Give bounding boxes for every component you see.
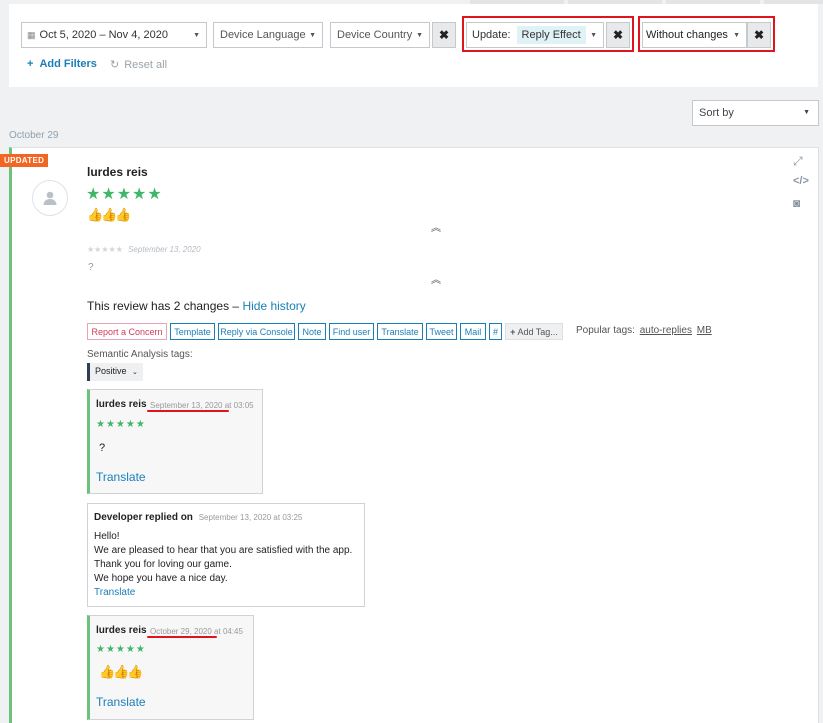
calendar-icon: ▦ <box>27 29 36 40</box>
add-tag-label: Add Tag... <box>517 326 558 337</box>
previous-body: ? <box>88 262 94 273</box>
chevron-down-icon: ⌄ <box>132 369 138 376</box>
plus-icon: + <box>27 58 34 70</box>
sort-by-select[interactable]: Sort by ▼ <box>692 100 819 126</box>
changes-filter-select[interactable]: Without changes ▼ <box>642 22 747 48</box>
developer-reply-date: September 13, 2020 at 03:25 <box>198 513 303 522</box>
close-icon: ✖ <box>438 28 450 42</box>
history-stars: ★★★★★ <box>96 419 146 430</box>
history-body: ? <box>99 442 106 454</box>
translate-button[interactable]: Translate <box>377 323 423 340</box>
remove-changes-filter-button[interactable]: ✖ <box>747 22 771 48</box>
find-user-button[interactable]: Find user <box>329 323 374 340</box>
remove-update-filter-button[interactable]: ✖ <box>606 22 630 48</box>
collapse-up-icon[interactable]: ︽ <box>431 224 441 234</box>
code-icon[interactable]: </> <box>793 175 809 187</box>
avatar-icon <box>43 191 57 205</box>
camera-icon[interactable]: ◙ <box>793 196 800 210</box>
changes-text: This review has 2 changes – <box>87 299 240 313</box>
report-concern-button[interactable]: Report a Concern <box>87 323 167 340</box>
note-button[interactable]: Note <box>298 323 326 340</box>
semantic-tags-label: Semantic Analysis tags: <box>87 349 193 360</box>
previous-version: ★★★★★ September 13, 2020 <box>87 245 201 254</box>
date-range-value: Oct 5, 2020 – Nov 4, 2020 <box>39 29 168 41</box>
add-tag-button[interactable]: + Add Tag... <box>505 323 563 340</box>
remove-country-filter-button[interactable]: ✖ <box>432 22 456 48</box>
hashtag-button[interactable]: # <box>489 323 502 340</box>
date-highlight-underline <box>147 410 229 412</box>
history-author: lurdes reis <box>96 399 147 410</box>
history-translate-link[interactable]: Translate <box>96 695 146 709</box>
developer-reply-line: We hope you have a nice day. <box>94 573 228 584</box>
date-range-select[interactable]: ▦ Oct 5, 2020 – Nov 4, 2020 ▼ <box>21 22 207 48</box>
reply-via-console-button[interactable]: Reply via Console <box>218 323 295 340</box>
date-group-label: October 29 <box>9 130 59 141</box>
history-author: lurdes reis <box>96 625 147 636</box>
update-filter-select[interactable]: Update: Reply Effect ▼ <box>466 22 604 48</box>
popular-tag-mb[interactable]: MB <box>697 325 712 336</box>
semantic-tag-select[interactable]: Positive ⌄ <box>87 363 143 381</box>
chevron-down-icon: ▼ <box>590 32 597 39</box>
tweet-button[interactable]: Tweet <box>426 323 457 340</box>
sort-by-label: Sort by <box>699 107 734 119</box>
review-author: lurdes reis <box>87 165 148 179</box>
close-icon: ✖ <box>753 28 765 42</box>
developer-reply-line: We are pleased to hear that you are sati… <box>94 545 353 556</box>
changes-value: Without changes <box>646 29 728 41</box>
reset-icon: ↻ <box>110 59 120 71</box>
date-highlight-underline <box>147 636 217 638</box>
popular-tags-label: Popular tags: <box>576 325 635 336</box>
add-filters-label: Add Filters <box>39 58 97 70</box>
mail-button[interactable]: Mail <box>460 323 486 340</box>
changes-line: This review has 2 changes – Hide history <box>87 299 306 313</box>
history-stars: ★★★★★ <box>96 644 146 655</box>
review-stars: ★★★★★ <box>86 186 163 203</box>
collapse-up-icon[interactable]: ︽ <box>431 276 441 286</box>
close-icon: ✖ <box>612 28 624 42</box>
device-country-select[interactable]: Device Country ▼ <box>330 22 430 48</box>
history-date: September 13, 2020 at 03:05 <box>150 401 254 410</box>
device-language-label: Device Language <box>220 29 306 41</box>
update-value-pill: Reply Effect <box>516 26 586 44</box>
filter-panel: ▦ Oct 5, 2020 – Nov 4, 2020 ▼ Device Lan… <box>9 4 818 87</box>
chevron-down-icon: ▼ <box>733 32 740 39</box>
history-body: 👍👍👍 <box>99 664 144 679</box>
popular-tags: Popular tags: auto-replies MB <box>576 325 712 336</box>
chevron-down-icon: ▼ <box>416 32 423 39</box>
developer-reply-line: Hello! <box>94 531 120 542</box>
reset-all-link[interactable]: ↻ Reset all <box>110 58 167 71</box>
plus-icon: + <box>510 326 516 337</box>
previous-stars: ★★★★★ <box>87 245 123 254</box>
template-button[interactable]: Template <box>170 323 215 340</box>
avatar <box>32 180 68 216</box>
previous-date: September 13, 2020 <box>128 245 201 254</box>
popular-tag-auto-replies[interactable]: auto-replies <box>640 325 692 336</box>
updated-badge: UPDATED <box>0 154 49 167</box>
developer-reply-label: Developer replied on <box>94 512 193 523</box>
device-language-select[interactable]: Device Language ▼ <box>213 22 323 48</box>
chevron-down-icon: ▼ <box>193 32 200 39</box>
history-date: October 29, 2020 at 04:45 <box>150 627 243 636</box>
expand-icon[interactable]: ⤢ <box>793 154 803 169</box>
reset-all-label: Reset all <box>124 59 168 71</box>
chevron-down-icon: ▼ <box>309 32 316 39</box>
device-country-label: Device Country <box>337 29 413 41</box>
developer-reply-translate-link[interactable]: Translate <box>94 587 135 598</box>
hide-history-link[interactable]: Hide history <box>242 299 305 313</box>
history-translate-link[interactable]: Translate <box>96 470 146 484</box>
developer-reply-line: Thank you for loving our game. <box>94 559 232 570</box>
update-label: Update: <box>472 29 511 41</box>
add-filters-link[interactable]: + Add Filters <box>27 58 97 70</box>
chevron-down-icon: ▼ <box>803 109 810 116</box>
semantic-tag-value: Positive <box>95 366 127 376</box>
review-body: 👍👍👍 <box>87 207 132 222</box>
developer-reply-header: Developer replied on September 13, 2020 … <box>94 512 302 523</box>
